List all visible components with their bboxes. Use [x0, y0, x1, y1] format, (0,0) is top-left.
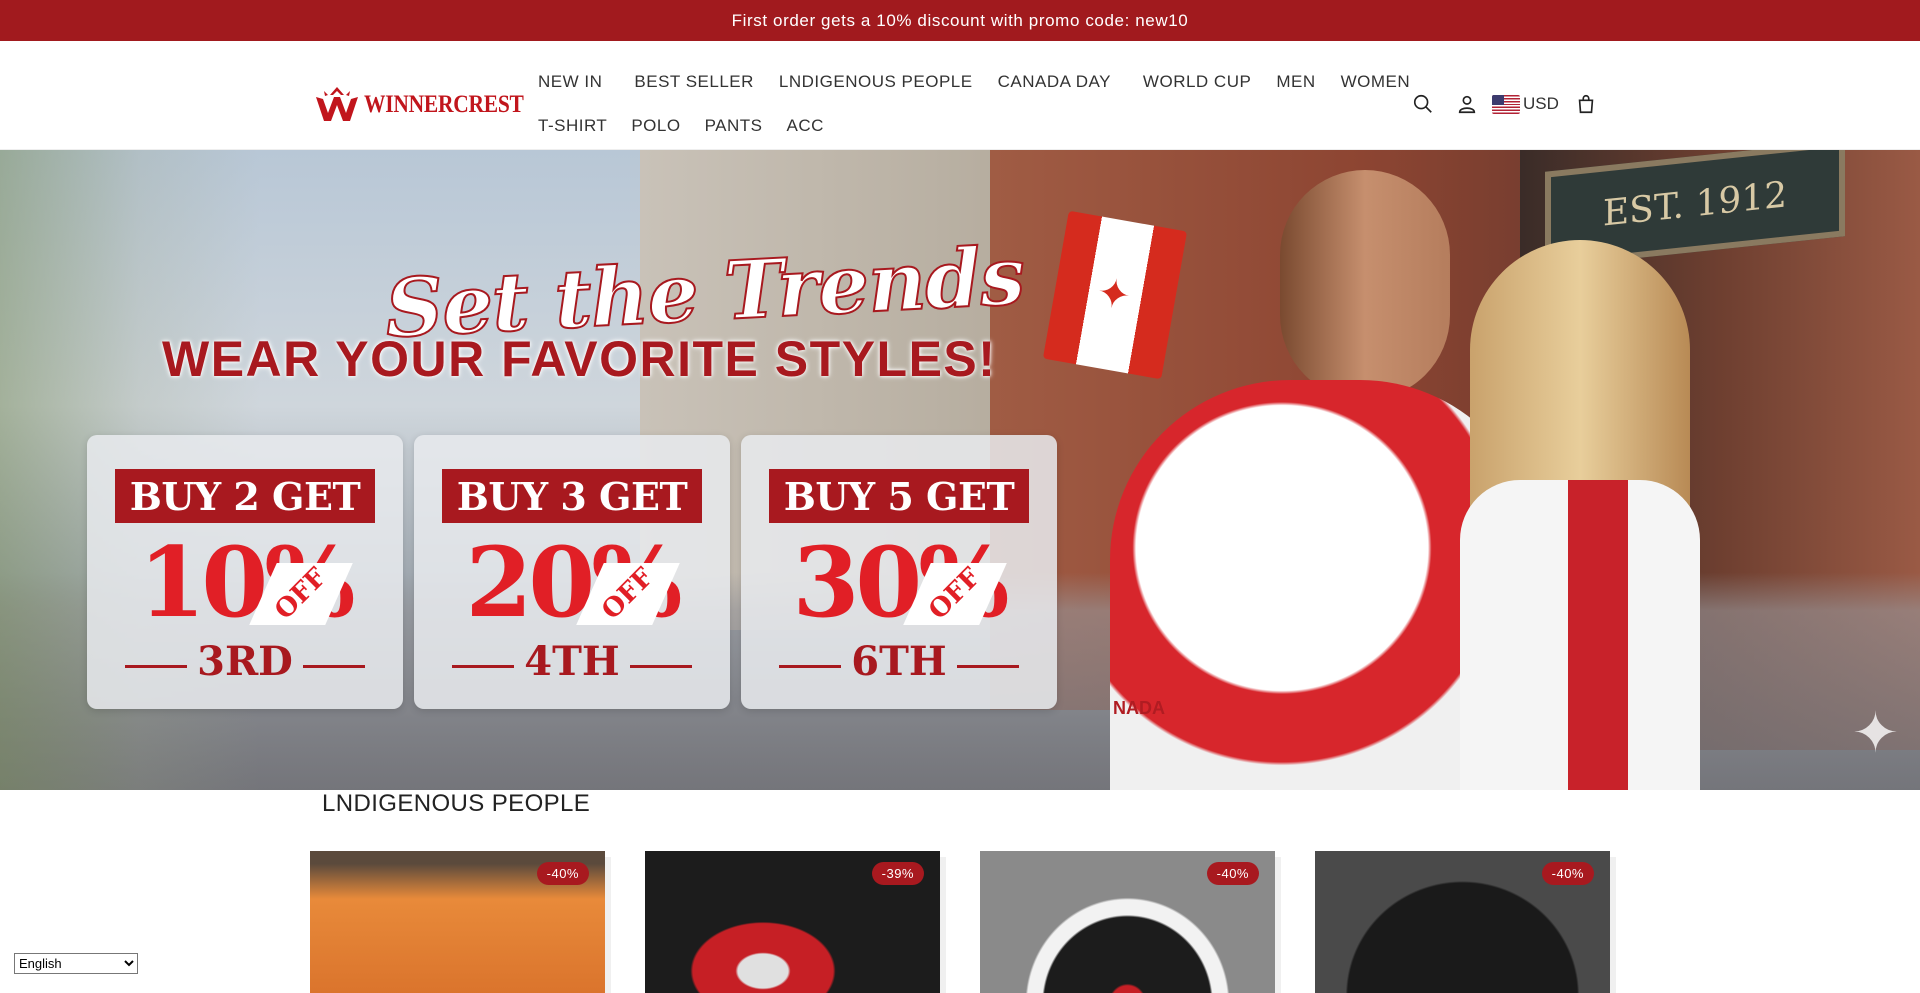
nav-pants[interactable]: PANTS — [705, 116, 763, 136]
hero-man — [1280, 170, 1450, 400]
promo-title: BUY 3 GET — [442, 469, 702, 523]
brand-name: WINNERCREST — [364, 91, 524, 118]
announcement-bar: First order gets a 10% discount with pro… — [0, 0, 1920, 41]
search-icon[interactable] — [1410, 91, 1436, 117]
crown-logo-icon — [316, 87, 358, 121]
nav-indigenous-people[interactable]: LNDIGENOUS PEOPLE — [779, 72, 973, 92]
nav-acc[interactable]: ACC — [786, 116, 823, 136]
canada-flag-icon: ✦ — [1042, 210, 1188, 380]
main-nav-row-1: NEW IN BEST SELLER LNDIGENOUS PEOPLE CAN… — [538, 72, 1434, 92]
product-card[interactable]: -40% — [310, 851, 605, 993]
promo-divider — [303, 665, 365, 668]
currency-selector[interactable]: USD — [1492, 94, 1559, 114]
promo-title: BUY 5 GET — [769, 469, 1029, 523]
nav-new-in[interactable]: NEW IN — [538, 72, 602, 92]
product-grid: -40% -39% -40% -40% — [310, 851, 1610, 993]
shirt-text: NADA — [1113, 698, 1165, 718]
promo-card-3[interactable]: BUY 5 GET 30% OFF 6TH — [741, 435, 1057, 709]
nav-world-cup[interactable]: WORLD CUP — [1143, 72, 1251, 92]
promo-divider — [630, 665, 692, 668]
product-card[interactable]: -40% — [980, 851, 1275, 993]
product-card[interactable]: -39% — [645, 851, 940, 993]
nav-women[interactable]: WOMEN — [1341, 72, 1411, 92]
currency-label: USD — [1523, 94, 1559, 113]
section-title: LNDIGENOUS PEOPLE — [322, 790, 591, 817]
cart-icon[interactable] — [1573, 91, 1599, 117]
promo-title: BUY 2 GET — [115, 469, 375, 523]
header-actions: USD — [1410, 91, 1599, 117]
promo-ordinal: 4TH — [524, 638, 620, 685]
announcement-text: First order gets a 10% discount with pro… — [731, 10, 1189, 30]
nav-best-seller[interactable]: BEST SELLER — [634, 72, 754, 92]
nav-men[interactable]: MEN — [1276, 72, 1315, 92]
language-select[interactable]: English — [14, 953, 138, 974]
discount-badge: -40% — [1541, 862, 1594, 885]
promo-card-1[interactable]: BUY 2 GET 10% OFF 3RD — [87, 435, 403, 709]
discount-badge: -40% — [536, 862, 589, 885]
discount-badge: -39% — [871, 862, 924, 885]
hero-headline: WEAR YOUR FAVORITE STYLES! — [162, 331, 997, 387]
discount-badge: -40% — [1206, 862, 1259, 885]
nav-t-shirt[interactable]: T-SHIRT — [538, 116, 607, 136]
product-card[interactable]: -40% — [1315, 851, 1610, 993]
site-header: WINNERCREST NEW IN BEST SELLER LNDIGENOU… — [0, 41, 1920, 150]
promo-ordinal: 6TH — [851, 638, 947, 685]
nav-polo[interactable]: POLO — [631, 116, 680, 136]
promo-card-2[interactable]: BUY 3 GET 20% OFF 4TH — [414, 435, 730, 709]
user-icon[interactable] — [1454, 91, 1480, 117]
sparkle-icon: ✦ — [1852, 701, 1899, 764]
brand-logo[interactable]: WINNERCREST — [314, 85, 550, 125]
nav-canada-day[interactable]: CANADA DAY — [998, 72, 1111, 92]
est-sign-text: EST. 1912 — [1602, 173, 1788, 235]
us-flag-icon — [1492, 94, 1520, 114]
hero-woman-shirt — [1460, 480, 1700, 790]
promo-ordinal: 3RD — [197, 638, 293, 685]
hero-banner[interactable]: EST. 1912 ✦ NADA Set the Trends WEAR YOU… — [0, 150, 1920, 790]
main-nav-row-2: T-SHIRT POLO PANTS ACC — [538, 116, 848, 136]
promo-divider — [957, 665, 1019, 668]
